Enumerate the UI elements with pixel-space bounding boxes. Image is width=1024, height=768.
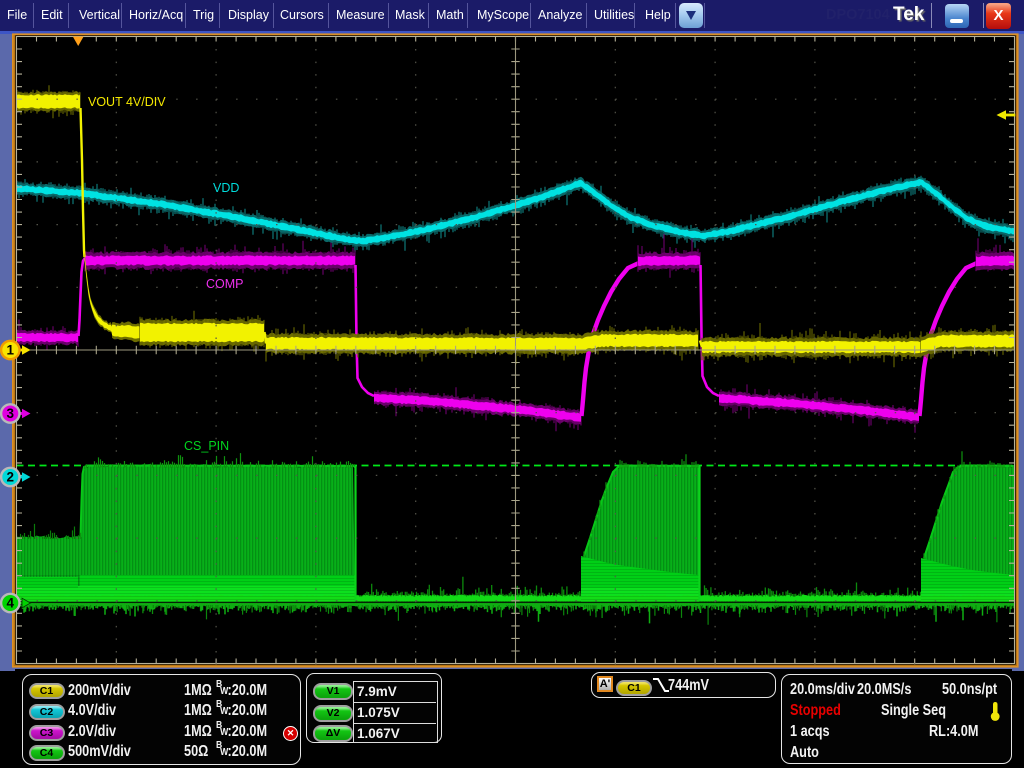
svg-text:1: 1 [7, 343, 15, 358]
svg-text:4: 4 [7, 596, 15, 611]
svg-text:VOUT 4V/DIV: VOUT 4V/DIV [88, 95, 166, 109]
svg-text:CS_PIN: CS_PIN [184, 439, 229, 453]
svg-text:COMP: COMP [206, 277, 244, 291]
svg-text:VDD: VDD [213, 181, 239, 195]
svg-text:2: 2 [7, 470, 15, 485]
svg-text:3: 3 [7, 406, 15, 421]
